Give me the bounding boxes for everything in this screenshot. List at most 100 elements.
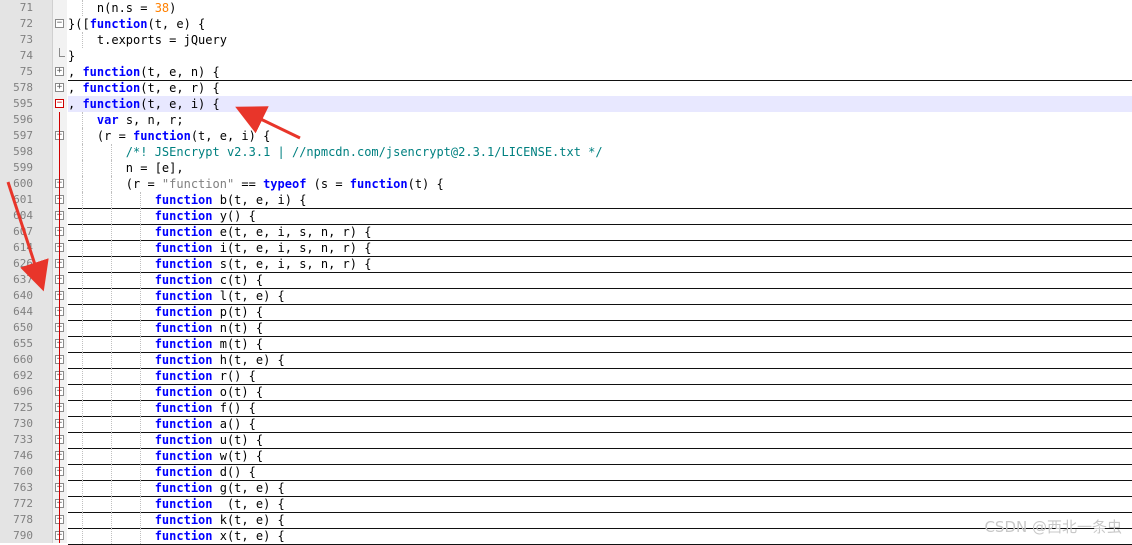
indent-guide bbox=[111, 320, 113, 336]
code-editor[interactable]: 71 n(n.s = 38) 72−}([function(t, e) {73 t… bbox=[0, 0, 1132, 545]
code-line[interactable]: 601+ function b(t, e, i) { bbox=[0, 192, 1132, 209]
line-number: 604 bbox=[13, 209, 33, 222]
indent-guide bbox=[140, 496, 141, 512]
code-token: x(t, e) { bbox=[212, 529, 285, 543]
indent-guide bbox=[82, 288, 84, 304]
line-number: 75 bbox=[19, 65, 33, 78]
code-token: m(t) { bbox=[212, 337, 264, 351]
code-text: function h(t, e) { bbox=[68, 352, 1132, 369]
code-text: function w(t) { bbox=[68, 448, 1132, 465]
line-number: 760 bbox=[13, 465, 33, 478]
code-line[interactable]: 763+ function g(t, e) { bbox=[0, 480, 1132, 497]
code-line[interactable]: 604+ function y() { bbox=[0, 208, 1132, 225]
code-line[interactable]: 733+ function u(t) { bbox=[0, 432, 1132, 449]
line-number: 696 bbox=[13, 385, 33, 398]
fold-collapse-icon[interactable]: − bbox=[55, 99, 64, 108]
code-line[interactable]: 597− (r = function(t, e, i) { bbox=[0, 128, 1132, 144]
code-line[interactable]: 772+ function (t, e) { bbox=[0, 496, 1132, 513]
code-token: function bbox=[154, 433, 213, 447]
code-text: function s(t, e, i, s, n, r) { bbox=[68, 256, 1132, 273]
code-line[interactable]: 72 −}([function(t, e) { bbox=[0, 16, 1132, 32]
fold-expand-icon[interactable]: + bbox=[55, 67, 64, 76]
indent-guide bbox=[140, 528, 141, 544]
code-line[interactable]: 596 var s, n, r; bbox=[0, 112, 1132, 128]
code-text: t.exports = jQuery bbox=[68, 32, 1132, 48]
indent-guide bbox=[111, 160, 113, 176]
indent-guide bbox=[82, 240, 84, 256]
fold-collapse-icon[interactable]: − bbox=[55, 19, 64, 28]
line-number: 597 bbox=[13, 129, 33, 142]
indent-guide bbox=[111, 416, 113, 432]
code-token: function bbox=[349, 177, 408, 191]
code-line[interactable]: 778+ function k(t, e) { bbox=[0, 512, 1132, 529]
code-line[interactable]: 75 + , function(t, e, n) { bbox=[0, 64, 1132, 81]
code-token: typeof bbox=[263, 177, 307, 191]
code-token: f() { bbox=[212, 401, 256, 415]
code-text: var s, n, r; bbox=[68, 112, 1132, 128]
code-token: function bbox=[154, 273, 213, 287]
code-line[interactable]: 637+ function c(t) { bbox=[0, 272, 1132, 289]
code-token: function bbox=[154, 385, 213, 399]
code-text: , function(t, e, n) { bbox=[68, 64, 1132, 81]
code-line[interactable]: 640+ function l(t, e) { bbox=[0, 288, 1132, 305]
code-text: function b(t, e, i) { bbox=[68, 192, 1132, 209]
indent-guide bbox=[111, 144, 113, 160]
indent-guide bbox=[82, 32, 84, 48]
code-line[interactable]: 599 n = [e], bbox=[0, 160, 1132, 176]
line-number: 614 bbox=[13, 241, 33, 254]
indent-guide bbox=[82, 208, 84, 224]
code-token: e(t, e, i, s, n, r) { bbox=[212, 225, 372, 239]
line-number: 660 bbox=[13, 353, 33, 366]
code-line[interactable]: 650+ function n(t) { bbox=[0, 320, 1132, 337]
code-line[interactable]: 578 +, function(t, e, r) { bbox=[0, 80, 1132, 97]
line-number: 733 bbox=[13, 433, 33, 446]
code-line[interactable]: 598 /*! JSEncrypt v2.3.1 | //npmcdn.com/… bbox=[0, 144, 1132, 160]
code-line[interactable]: 614+ function i(t, e, i, s, n, r) { bbox=[0, 240, 1132, 257]
indent-guide bbox=[82, 528, 84, 544]
code-line[interactable]: 725+ function f() { bbox=[0, 400, 1132, 417]
code-text: function y() { bbox=[68, 208, 1132, 225]
indent-guide bbox=[140, 432, 141, 448]
code-line[interactable]: 692+ function r() { bbox=[0, 368, 1132, 385]
code-token: function bbox=[154, 529, 213, 543]
code-line[interactable]: 595 −, function(t, e, i) { bbox=[0, 96, 1132, 112]
code-token: (t, e, i) { bbox=[140, 97, 220, 111]
indent-guide bbox=[82, 416, 84, 432]
code-line[interactable]: 696+ function o(t) { bbox=[0, 384, 1132, 401]
indent-guide bbox=[111, 256, 113, 272]
fold-expand-icon[interactable]: + bbox=[55, 83, 64, 92]
line-number: 644 bbox=[13, 305, 33, 318]
indent-guide bbox=[111, 288, 113, 304]
indent-guide bbox=[82, 336, 84, 352]
line-number: 73 bbox=[19, 33, 33, 46]
code-line[interactable]: 626+ function s(t, e, i, s, n, r) { bbox=[0, 256, 1132, 273]
code-token: function bbox=[154, 289, 213, 303]
code-token: function bbox=[154, 305, 213, 319]
code-token: function bbox=[133, 129, 191, 143]
code-text: function n(t) { bbox=[68, 320, 1132, 337]
code-line[interactable]: 600− (r = "function" == typeof (s = func… bbox=[0, 176, 1132, 192]
fold-tree-line bbox=[59, 112, 60, 543]
code-line[interactable]: 790+ function x(t, e) { bbox=[0, 528, 1132, 545]
code-line[interactable]: 760+ function d() { bbox=[0, 464, 1132, 481]
code-line[interactable]: 655+ function m(t) { bbox=[0, 336, 1132, 353]
line-number: 595 bbox=[13, 97, 33, 110]
indent-guide bbox=[111, 384, 113, 400]
indent-guide bbox=[140, 416, 141, 432]
indent-guide bbox=[140, 448, 141, 464]
indent-guide bbox=[140, 352, 141, 368]
indent-guide bbox=[82, 352, 84, 368]
code-line[interactable]: 74} bbox=[0, 48, 1132, 64]
code-line[interactable]: 607+ function e(t, e, i, s, n, r) { bbox=[0, 224, 1132, 241]
code-line[interactable]: 746+ function w(t) { bbox=[0, 448, 1132, 465]
code-line[interactable]: 73 t.exports = jQuery bbox=[0, 32, 1132, 48]
code-line[interactable]: 730+ function a() { bbox=[0, 416, 1132, 433]
indent-guide bbox=[111, 464, 113, 480]
code-token: p(t) { bbox=[212, 305, 264, 319]
line-number: 763 bbox=[13, 481, 33, 494]
code-line[interactable]: 660+ function h(t, e) { bbox=[0, 352, 1132, 369]
line-number: 596 bbox=[13, 113, 33, 126]
code-token: u(t) { bbox=[212, 433, 264, 447]
code-line[interactable]: 644+ function p(t) { bbox=[0, 304, 1132, 321]
code-line[interactable]: 71 n(n.s = 38) bbox=[0, 0, 1132, 16]
